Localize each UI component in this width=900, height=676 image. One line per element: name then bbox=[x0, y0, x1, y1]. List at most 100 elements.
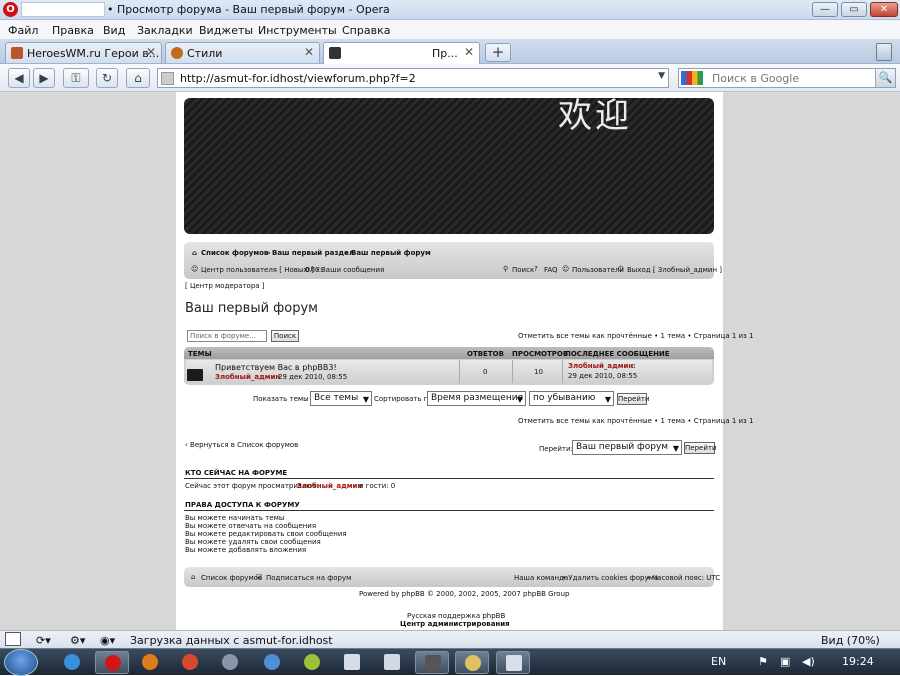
tab-close-icon[interactable]: ✕ bbox=[464, 45, 474, 59]
chevron-down-icon: ▼ bbox=[516, 395, 523, 404]
topic-author[interactable]: Злобный_админ bbox=[215, 373, 280, 381]
pagination-bottom[interactable]: Отметить все темы как прочтённые • 1 тем… bbox=[518, 417, 753, 425]
flag-icon[interactable]: ⚑ bbox=[758, 655, 768, 668]
sort-order-select[interactable]: по убыванию ▼ bbox=[529, 391, 614, 406]
footer-root-link[interactable]: Список форумов bbox=[201, 574, 262, 582]
menu-edit[interactable]: Правка bbox=[52, 24, 94, 37]
window-icon[interactable] bbox=[496, 651, 530, 674]
media-icon[interactable] bbox=[213, 651, 247, 674]
breadcrumb-root[interactable]: Список форумов bbox=[201, 249, 268, 257]
status-bar: ⟳▾ ⚙▾ ◉▾ Загрузка данных с asmut-for.idh… bbox=[0, 630, 900, 648]
cell-divider bbox=[512, 360, 513, 383]
forum-search-button[interactable]: Поиск bbox=[271, 330, 299, 342]
admin-center-link[interactable]: Центр администрирования bbox=[400, 620, 510, 628]
home-button[interactable]: ⌂ bbox=[126, 68, 150, 88]
menu-tools[interactable]: Инструменты bbox=[258, 24, 337, 37]
sort-by-label: Сортировать по: bbox=[374, 395, 436, 403]
topic-title-link[interactable]: Приветствуем Вас в phpBB3! bbox=[215, 363, 337, 372]
volume-icon[interactable]: ◀) bbox=[802, 655, 815, 668]
maximize-button[interactable]: ▭ bbox=[841, 2, 867, 17]
menu-view[interactable]: Вид bbox=[103, 24, 125, 37]
minimize-button[interactable]: — bbox=[812, 2, 838, 17]
logout-link[interactable]: Выход [ Злобный_админ ] bbox=[627, 266, 722, 274]
header-views: ПРОСМОТРОВ bbox=[512, 350, 569, 358]
forum-page: 欢迎 ⌂ Список форумов » Ваш первый раздел … bbox=[176, 92, 753, 630]
zoom-control[interactable]: Вид (70%) bbox=[821, 634, 880, 647]
members-link[interactable]: Пользователи bbox=[572, 266, 624, 274]
header-last-post: ПОСЛЕДНЕЕ СООБЩЕНИЕ bbox=[565, 350, 670, 358]
close-button[interactable]: ✕ bbox=[870, 2, 898, 17]
who-online-user[interactable]: Злобный_админ bbox=[297, 482, 362, 490]
search-go-icon[interactable]: 🔍 bbox=[875, 69, 895, 87]
opera-taskbar-icon[interactable] bbox=[95, 651, 129, 674]
ie-icon[interactable] bbox=[55, 651, 89, 674]
show-topics-select[interactable]: Все темы ▼ bbox=[310, 391, 372, 406]
divider bbox=[184, 510, 714, 511]
checkbox-icon[interactable]: ☑ bbox=[256, 573, 262, 581]
tab-close-icon[interactable]: ✕ bbox=[146, 45, 156, 59]
search-field[interactable]: Поиск в Google 🔍 bbox=[678, 68, 896, 88]
mod-center-link[interactable]: [ Центр модератора ] bbox=[185, 282, 265, 290]
last-post-icon[interactable]: ▫ bbox=[631, 362, 636, 370]
windows-taskbar: EN ⚑ ▣ ◀) 19:24 bbox=[0, 648, 900, 676]
subscribe-link[interactable]: Подписаться на форум bbox=[266, 574, 351, 582]
return-link[interactable]: ‹ Вернуться в Список форумов bbox=[185, 441, 298, 449]
tab-active-forum[interactable]: Пр... ✕ bbox=[323, 42, 480, 64]
clock[interactable]: 19:24 bbox=[842, 655, 874, 668]
chat-icon[interactable] bbox=[295, 651, 329, 674]
menu-widgets[interactable]: Виджеты bbox=[199, 24, 253, 37]
sort-go-button[interactable]: Перейти bbox=[617, 393, 650, 405]
paint-icon[interactable] bbox=[455, 651, 489, 674]
power-icon: ⏻ bbox=[618, 265, 624, 273]
chrome-like-icon[interactable] bbox=[173, 651, 207, 674]
tab-close-icon[interactable]: ✕ bbox=[304, 45, 314, 59]
speed-icon[interactable]: ◉▾ bbox=[100, 634, 115, 647]
forward-button[interactable]: ▶ bbox=[33, 68, 55, 88]
topic-replies: 0 bbox=[483, 368, 488, 376]
pagination-top[interactable]: Отметить все темы как прочтённые • 1 тем… bbox=[518, 332, 753, 340]
address-dropdown-icon[interactable]: ▼ bbox=[658, 71, 665, 81]
sort-by-select[interactable]: Время размещения ▼ bbox=[427, 391, 526, 406]
support-link[interactable]: Русская поддержка phpBB bbox=[407, 612, 505, 620]
viewer-icon[interactable] bbox=[375, 651, 409, 674]
sync-icon[interactable]: ⟳▾ bbox=[36, 634, 51, 647]
network-tray-icon[interactable]: ▣ bbox=[780, 655, 790, 668]
breadcrumb-section[interactable]: Ваш первый раздел bbox=[272, 249, 354, 257]
tab-label: Пр... bbox=[432, 47, 458, 60]
tab-favicon-icon bbox=[329, 47, 341, 59]
menu-file[interactable]: Файл bbox=[8, 24, 38, 37]
jump-go-button[interactable]: Перейти bbox=[684, 442, 717, 454]
page-viewport: 欢迎 ⌂ Список форумов » Ваш первый раздел … bbox=[0, 92, 900, 630]
reload-button[interactable]: ↻ bbox=[96, 68, 118, 88]
last-post-author[interactable]: Злобный_админ bbox=[568, 362, 633, 370]
jump-select[interactable]: Ваш первый форум ▼ bbox=[572, 440, 682, 455]
tab-heroeswm[interactable]: HeroesWM.ru Герои в... ✕ bbox=[5, 42, 162, 63]
forum-search-input[interactable]: Поиск в форуме... bbox=[187, 330, 267, 342]
firefox-icon[interactable] bbox=[133, 651, 167, 674]
messages-link[interactable]: Ваши сообщения bbox=[321, 266, 384, 274]
menu-bookmarks[interactable]: Закладки bbox=[137, 24, 193, 37]
faq-link[interactable]: FAQ bbox=[544, 266, 558, 274]
search-link[interactable]: Поиск bbox=[512, 266, 534, 274]
google-icon[interactable] bbox=[681, 71, 703, 85]
messenger-icon[interactable] bbox=[255, 651, 289, 674]
back-button[interactable]: ◀ bbox=[8, 68, 30, 88]
tab-styles[interactable]: Стили ✕ bbox=[165, 42, 320, 63]
team-link[interactable]: Наша команда bbox=[514, 574, 568, 582]
chevron-down-icon: ▼ bbox=[672, 444, 679, 453]
delete-cookies-link[interactable]: • Удалить cookies форума bbox=[562, 574, 658, 582]
new-tab-button[interactable]: + bbox=[485, 43, 511, 62]
breadcrumb-forum[interactable]: Ваш первый форум bbox=[351, 249, 431, 257]
network-icon[interactable]: ⚙▾ bbox=[70, 634, 85, 647]
language-indicator[interactable]: EN bbox=[711, 655, 726, 668]
game-icon[interactable] bbox=[415, 651, 449, 674]
footer-bar: ⌂ Список форумов ☑ Подписаться на форум … bbox=[184, 567, 720, 587]
address-field[interactable]: http://asmut-for.idhost/viewforum.php?f=… bbox=[157, 68, 669, 88]
wand-key-button[interactable]: ⚿ bbox=[63, 68, 89, 88]
opera-logo-icon[interactable]: O bbox=[3, 2, 18, 17]
start-button[interactable] bbox=[4, 649, 38, 676]
panel-toggle-icon[interactable] bbox=[5, 632, 21, 646]
document-icon[interactable] bbox=[335, 651, 369, 674]
trash-icon[interactable] bbox=[876, 43, 892, 61]
menu-help[interactable]: Справка bbox=[342, 24, 390, 37]
